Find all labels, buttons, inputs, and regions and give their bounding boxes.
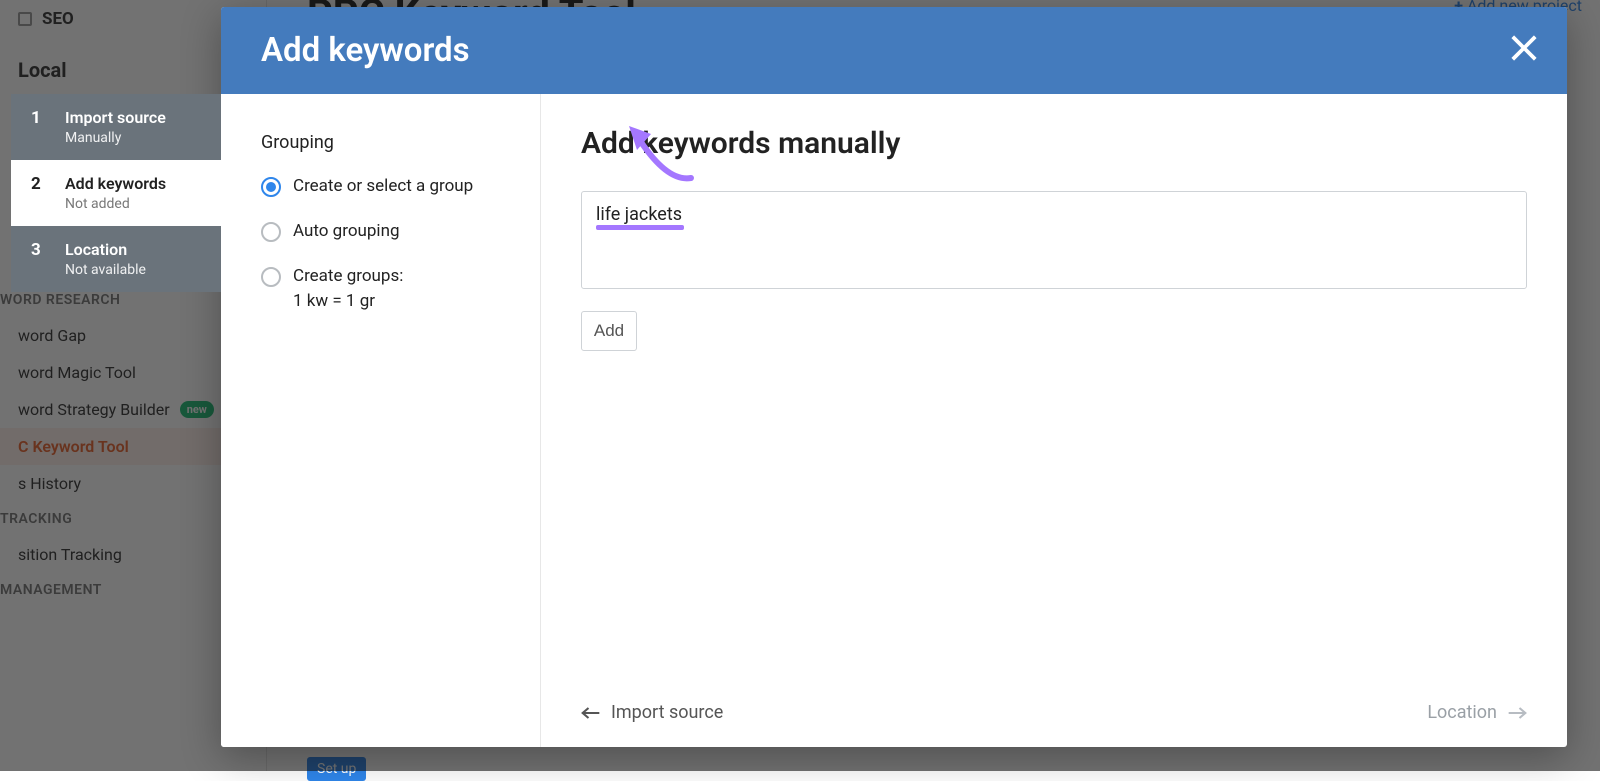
step-title: Location	[65, 240, 127, 259]
radio-create-or-select-group[interactable]: Create or select a group	[261, 175, 510, 198]
keywords-textarea[interactable]	[581, 191, 1527, 289]
modal-body: Grouping Create or select a group Auto g…	[221, 94, 1567, 747]
step-subtitle: Not added	[65, 196, 130, 212]
add-button[interactable]: Add	[581, 311, 637, 351]
radio-icon	[261, 222, 281, 242]
modal-header: Add keywords	[221, 7, 1567, 94]
add-keywords-heading: Add keywords manually	[581, 126, 1527, 161]
wizard-step-2[interactable]: 2 Add keywords Not added	[11, 160, 221, 226]
arrow-left-icon	[581, 705, 601, 721]
step-number: 1	[31, 108, 49, 128]
step-number: 3	[31, 240, 49, 260]
step-subtitle: Not available	[65, 262, 146, 278]
radio-label: Create groups: 1 kw = 1 gr	[293, 265, 403, 313]
wizard-step-1[interactable]: 1 Import source Manually	[11, 94, 221, 160]
radio-create-groups[interactable]: Create groups: 1 kw = 1 gr	[261, 265, 510, 313]
modal-footer: Import source Location	[581, 682, 1527, 723]
radio-label: Create or select a group	[293, 175, 473, 198]
step-title: Add keywords	[65, 174, 166, 193]
step-title: Import source	[65, 108, 166, 127]
add-keywords-area: Add keywords manually Add Import source	[541, 94, 1567, 747]
modal-title: Add keywords	[261, 31, 470, 70]
radio-icon	[261, 177, 281, 197]
arrow-right-icon	[1507, 705, 1527, 721]
add-keywords-modal: Add keywords Grouping Create or select a…	[221, 7, 1567, 747]
wizard-step-3[interactable]: 3 Location Not available	[11, 226, 221, 292]
next-location-button[interactable]: Location	[1427, 702, 1527, 723]
step-number: 2	[31, 174, 49, 194]
back-import-source-button[interactable]: Import source	[581, 702, 723, 723]
grouping-panel: Grouping Create or select a group Auto g…	[221, 94, 541, 747]
close-icon[interactable]	[1509, 33, 1539, 69]
next-label: Location	[1427, 702, 1497, 723]
radio-auto-grouping[interactable]: Auto grouping	[261, 220, 510, 243]
wizard-steps: 1 Import source Manually 2 Add keywords …	[11, 94, 221, 292]
grouping-heading: Grouping	[261, 132, 510, 153]
step-subtitle: Manually	[65, 130, 121, 146]
radio-label: Auto grouping	[293, 220, 400, 243]
back-label: Import source	[611, 702, 723, 723]
radio-icon	[261, 267, 281, 287]
